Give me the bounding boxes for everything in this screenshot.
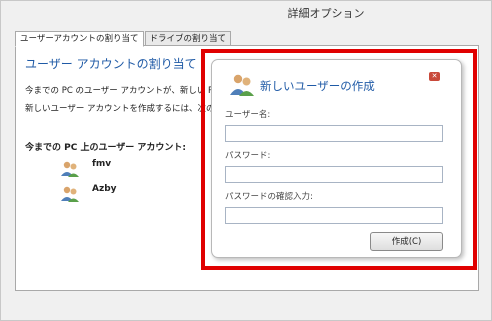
account-name: Azby [92,184,117,194]
password-input[interactable] [225,166,443,183]
window-title: 詳細オプション [287,7,365,20]
description-line-1: 今までの PC のユーザー アカウントが、新しい PC [25,86,220,96]
account-item[interactable]: Azby [60,184,117,206]
create-button[interactable]: 作成(C) [370,232,443,251]
password-label: パスワード: [225,151,271,161]
username-label: ユーザー名: [225,110,271,120]
account-name: fmv [92,159,112,169]
account-item[interactable]: fmv [60,159,111,181]
users-icon [230,74,254,96]
close-icon[interactable]: ✕ [429,72,440,81]
dialog-title: 新しいユーザーの作成 [260,79,375,93]
confirm-password-input[interactable] [225,207,443,224]
users-icon [61,186,79,202]
confirm-password-label: パスワードの確認入力: [225,192,313,202]
tab-drive-mapping[interactable]: ドライブの割り当て [144,31,232,46]
new-user-dialog: 新しいユーザーの作成 ✕ ユーザー名: パスワード: パスワードの確認入力: 作… [211,59,462,258]
bottom-bar [15,299,479,313]
tab-strip: ユーザーアカウントの割り当て ドライブの割り当て [15,31,232,47]
panel-title: ユーザー アカウントの割り当て [25,57,197,71]
tab-user-accounts[interactable]: ユーザーアカウントの割り当て [15,31,144,47]
username-input[interactable] [225,125,443,142]
accounts-heading: 今までの PC 上のユーザー アカウント: [25,143,187,153]
users-icon [61,161,79,177]
description-line-2: 新しいユーザー アカウントを作成するには、次の [25,104,215,114]
